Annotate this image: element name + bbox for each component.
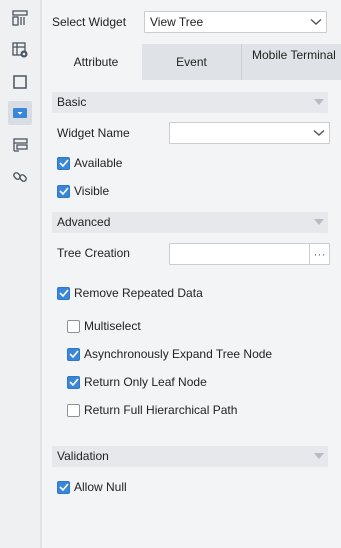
tab-attribute[interactable]: Attribute (50, 44, 142, 80)
async-expand-label: Asynchronously Expand Tree Node (84, 347, 273, 361)
chevron-down-icon (306, 12, 326, 32)
return-leaf-label: Return Only Leaf Node (84, 375, 207, 389)
stack-layers-button[interactable] (8, 133, 32, 157)
table-settings-button[interactable] (8, 38, 32, 62)
remove-repeated-checkbox-row[interactable]: Remove Repeated Data (57, 285, 203, 301)
basic-section-header[interactable]: Basic (52, 92, 328, 113)
dropdown-widget-icon (13, 108, 27, 118)
tree-creation-label: Tree Creation (57, 246, 130, 260)
collapse-triangle-icon (314, 453, 324, 459)
table-settings-icon (12, 42, 28, 58)
stack-layers-icon (13, 138, 28, 152)
tab-event[interactable]: Event (142, 44, 242, 80)
select-widget-label: Select Widget (52, 15, 127, 29)
remove-repeated-checkbox[interactable] (57, 286, 70, 300)
link-icon (13, 172, 27, 182)
frame-button[interactable] (8, 70, 32, 94)
tab-event-label: Event (176, 55, 207, 69)
dropdown-widget-button[interactable] (8, 101, 32, 125)
select-widget-value: View Tree (150, 15, 204, 29)
visible-label: Visible (74, 184, 110, 198)
return-leaf-checkbox-row[interactable]: Return Only Leaf Node (67, 374, 207, 390)
visible-checkbox[interactable] (57, 184, 70, 198)
tab-attribute-label: Attribute (73, 55, 119, 69)
return-full-path-checkbox[interactable] (67, 403, 80, 417)
link-button[interactable] (8, 165, 32, 189)
visible-checkbox-row[interactable]: Visible (57, 183, 109, 199)
left-toolbar (0, 0, 41, 548)
select-widget-dropdown[interactable]: View Tree (144, 11, 327, 33)
tree-creation-field[interactable]: ··· (169, 243, 330, 265)
tab-mobile-terminal[interactable]: Mobile Terminal (242, 44, 341, 80)
multiselect-label: Multiselect (84, 319, 141, 333)
chevron-down-icon (309, 123, 329, 143)
property-tabs: Attribute Event Mobile Terminal (50, 44, 341, 80)
validation-section-header[interactable]: Validation (52, 446, 328, 467)
widget-name-field[interactable] (169, 122, 330, 144)
async-expand-checkbox[interactable] (67, 347, 80, 361)
collapse-triangle-icon (314, 219, 324, 225)
return-full-path-checkbox-row[interactable]: Return Full Hierarchical Path (67, 402, 237, 418)
return-full-path-label: Return Full Hierarchical Path (84, 403, 238, 417)
advanced-section-title: Advanced (57, 215, 111, 229)
allow-null-checkbox[interactable] (57, 480, 70, 494)
widget-name-label: Widget Name (57, 126, 130, 140)
frame-icon (13, 75, 27, 89)
properties-panel: Select Widget View Tree Attribute Event … (41, 0, 341, 548)
return-leaf-checkbox[interactable] (67, 375, 80, 389)
multiselect-checkbox-row[interactable]: Multiselect (67, 318, 141, 334)
basic-section-title: Basic (57, 95, 87, 109)
validation-section-title: Validation (57, 449, 109, 463)
multiselect-checkbox[interactable] (67, 319, 80, 333)
advanced-section-header[interactable]: Advanced (52, 212, 328, 233)
layout-icon (12, 10, 28, 26)
available-checkbox-row[interactable]: Available (57, 155, 122, 171)
available-label: Available (74, 156, 123, 170)
allow-null-checkbox-row[interactable]: Allow Null (57, 479, 127, 495)
layout-button[interactable] (8, 6, 32, 30)
ellipsis-button[interactable]: ··· (309, 244, 329, 264)
collapse-triangle-icon (314, 99, 324, 105)
remove-repeated-label: Remove Repeated Data (74, 286, 203, 300)
allow-null-label: Allow Null (74, 480, 127, 494)
tab-mobile-terminal-label: Mobile Terminal (252, 48, 336, 62)
available-checkbox[interactable] (57, 156, 70, 170)
async-expand-checkbox-row[interactable]: Asynchronously Expand Tree Node (67, 346, 272, 362)
